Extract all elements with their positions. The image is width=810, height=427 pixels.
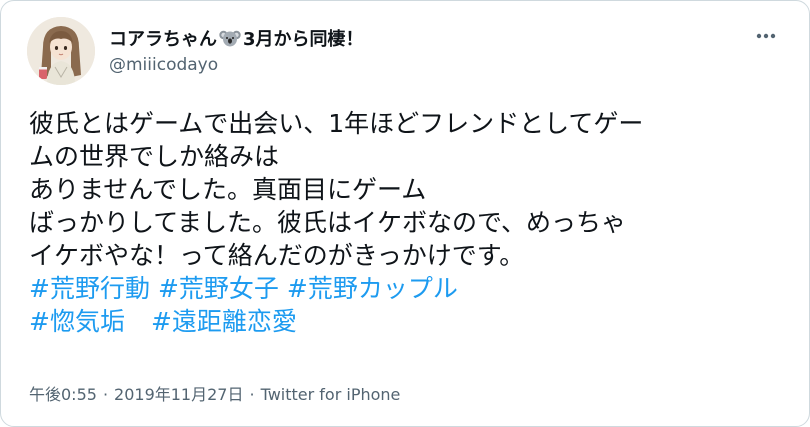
hashtag-line: #惚気垢 #遠距離恋愛 — [29, 305, 789, 338]
hashtag-link[interactable]: #荒野カップル — [287, 274, 458, 303]
tweet-text: 彼氏とはゲームで出会い、1年ほどフレンドとしてゲー ムの世界でしか絡みは ありま… — [29, 107, 789, 338]
avatar[interactable] — [27, 17, 95, 85]
more-dots-icon — [756, 33, 776, 39]
tweet-text-line: ありませんでした。真面目にゲーム — [29, 175, 427, 204]
hashtag-link[interactable]: #惚気垢 — [29, 307, 125, 336]
hashtag-link[interactable]: #遠距離恋愛 — [151, 307, 297, 336]
more-options-button[interactable] — [753, 23, 779, 49]
display-name-row[interactable]: コアラちゃん 3月から同棲！ — [109, 25, 364, 51]
user-handle[interactable]: @miiicodayo — [109, 55, 218, 75]
tweet-date[interactable]: 2019年11月27日 — [114, 385, 243, 404]
tweet-text-line: イケボやな！って絡んだのがきっかけです。 — [29, 241, 525, 270]
hashtag-line: #荒野行動 #荒野女子 #荒野カップル — [29, 272, 789, 305]
tweet-text-line: ばっかりしてました。彼氏はイケボなので、めっちゃ — [29, 208, 627, 237]
avatar-illustration-icon — [27, 17, 95, 85]
display-name-suffix[interactable]: 3月から同棲！ — [243, 25, 364, 51]
tweet-source[interactable]: Twitter for iPhone — [261, 385, 401, 404]
hashtag-link[interactable]: #荒野行動 — [29, 274, 150, 303]
display-name[interactable]: コアラちゃん — [109, 25, 217, 51]
hashtag-link[interactable]: #荒野女子 — [158, 274, 279, 303]
meta-separator: · — [249, 385, 255, 404]
meta-separator: · — [102, 385, 109, 404]
tweet-text-line: 彼氏とはゲームで出会い、1年ほどフレンドとしてゲー — [29, 109, 644, 138]
tweet-time[interactable]: 午後0:55 — [29, 385, 97, 404]
koala-icon — [219, 28, 241, 48]
tweet-card: コアラちゃん 3月から同棲！ @miiicodayo 彼氏とはゲームで出会い、1… — [0, 0, 810, 427]
tweet-meta: 午後0:55 · 2019年11月27日 · Twitter for iPhone — [29, 381, 400, 405]
tweet-text-line: ムの世界でしか絡みは — [29, 142, 280, 171]
